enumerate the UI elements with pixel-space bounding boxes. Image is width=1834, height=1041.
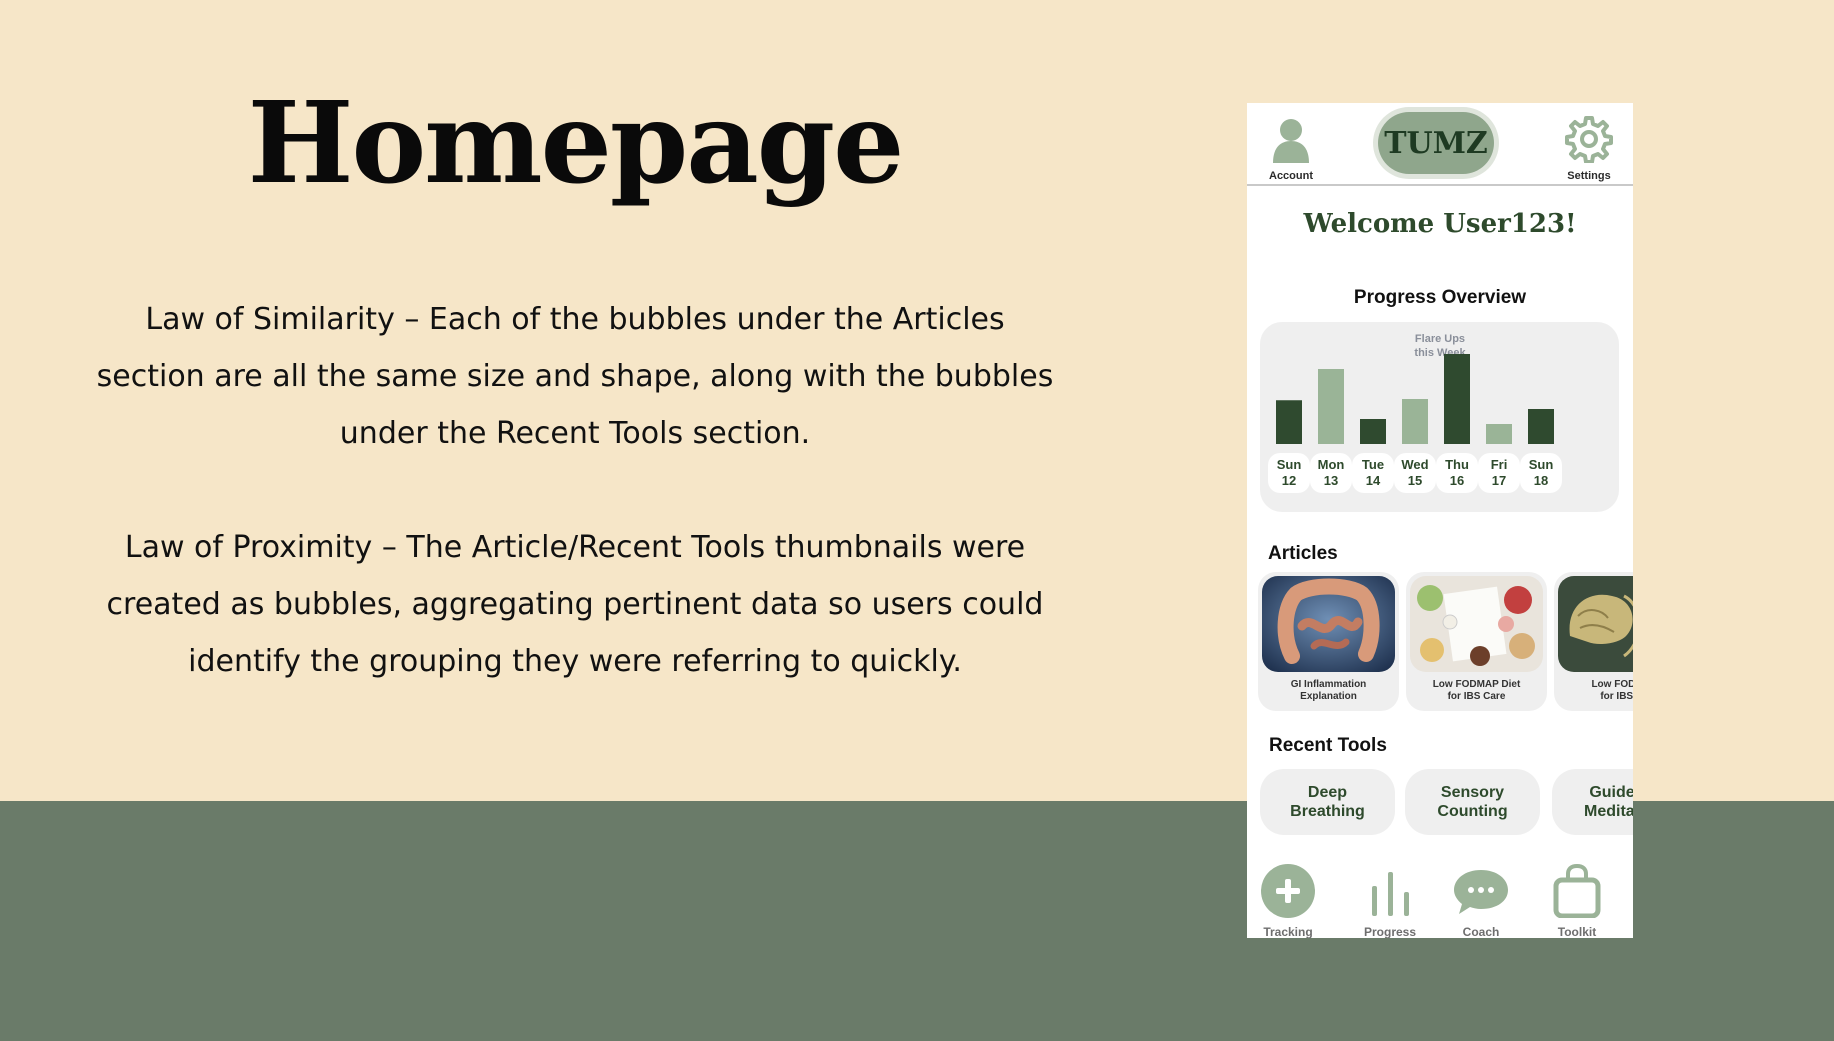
nav-tracking-label: Tracking	[1263, 925, 1313, 938]
settings-button[interactable]: Settings	[1549, 115, 1629, 182]
day-date: 15	[1407, 473, 1423, 488]
chat-bubble-icon	[1454, 870, 1508, 914]
account-button[interactable]: Account	[1251, 117, 1331, 182]
welcome-message: Welcome User123!	[1303, 209, 1577, 239]
article-label: GI Inflammation Explanation	[1262, 679, 1395, 703]
tool-label-line1: Sensory	[1440, 784, 1505, 801]
tool-label-line2: Breathing	[1290, 803, 1365, 820]
account-icon	[1273, 119, 1309, 163]
account-label: Account	[1269, 170, 1313, 182]
day-name: Sun	[1528, 457, 1554, 472]
gear-icon	[1565, 116, 1613, 164]
article-label: Low FODMAP for IBS Ca	[1558, 679, 1633, 703]
phone-mockup: Account TUMZ Settings Welcome User123! P…	[1247, 103, 1633, 938]
logo-text: TUMZ	[1378, 112, 1494, 174]
law-of-similarity-text: Law of Similarity – Each of the bubbles …	[96, 302, 1054, 451]
day-name: Sun	[1276, 457, 1302, 472]
tool-label-line1: Guide	[1589, 784, 1633, 801]
bar-mon-13	[1318, 369, 1344, 444]
day-name: Thu	[1445, 457, 1469, 472]
day-label: Thu 16	[1436, 453, 1478, 493]
bar-sun-12	[1276, 400, 1302, 444]
article-label: Low FODMAP Diet for IBS Care	[1410, 679, 1543, 703]
day-date: 14	[1365, 473, 1381, 488]
bar-fri-17	[1486, 424, 1512, 444]
bar-tue-14	[1360, 419, 1386, 444]
day-name: Tue	[1361, 457, 1385, 472]
tool-deep-breathing[interactable]: Deep Breathing	[1260, 769, 1395, 835]
day-label: Wed 15	[1394, 453, 1436, 493]
nav-coach[interactable]: Coach	[1441, 864, 1521, 938]
tool-guided-meditation[interactable]: Guide Medita	[1552, 769, 1633, 835]
day-label: Sun 12	[1268, 453, 1310, 493]
bar-sun-18	[1528, 409, 1554, 444]
tool-label-line2: Counting	[1437, 803, 1508, 820]
article-card-low-fodmap-partial[interactable]: Low FODMAP for IBS Ca	[1554, 572, 1633, 711]
law-of-proximity-text: Law of Proximity – The Article/Recent To…	[106, 530, 1044, 679]
progress-overview-title: Progress Overview	[1353, 287, 1527, 308]
nav-coach-label: Coach	[1462, 925, 1500, 938]
article-title-line2: for IBS Care	[1447, 691, 1506, 702]
article-title-line2: for IBS Ca	[1600, 691, 1633, 702]
article-title-line1: Low FODMAP	[1591, 679, 1633, 690]
tool-label-line1: Deep	[1307, 784, 1348, 801]
bar-wed-15	[1402, 399, 1428, 444]
day-name: Wed	[1401, 457, 1429, 472]
day-label: Fri 17	[1478, 453, 1520, 493]
nav-toolkit[interactable]: Toolkit	[1537, 863, 1617, 938]
article-image-brain	[1558, 576, 1633, 672]
settings-label: Settings	[1567, 170, 1611, 182]
plus-circle-icon	[1261, 864, 1315, 918]
nav-progress[interactable]: Progress	[1350, 864, 1430, 938]
day-date: 16	[1449, 473, 1465, 488]
article-title-line1: GI Inflammation	[1290, 679, 1367, 690]
day-name: Mon	[1317, 457, 1345, 472]
nav-toolkit-label: Toolkit	[1557, 925, 1597, 938]
day-name: Fri	[1490, 457, 1508, 472]
article-card-gi-inflammation[interactable]: GI Inflammation Explanation	[1258, 572, 1399, 711]
day-date: 18	[1533, 473, 1549, 488]
day-date: 17	[1491, 473, 1507, 488]
day-label: Sun 18	[1520, 453, 1562, 493]
bar-thu-16	[1444, 354, 1470, 444]
articles-title: Articles	[1268, 543, 1338, 564]
day-date: 13	[1323, 473, 1339, 488]
tool-sensory-counting[interactable]: Sensory Counting	[1405, 769, 1540, 835]
day-label: Mon 13	[1310, 453, 1352, 493]
article-image-colon	[1262, 576, 1395, 672]
day-label: Tue 14	[1352, 453, 1394, 493]
day-date: 12	[1281, 473, 1297, 488]
article-card-low-fodmap[interactable]: Low FODMAP Diet for IBS Care	[1406, 572, 1547, 711]
flare-ups-chart-card[interactable]: Flare Ups this Week Sun 12 Mon 13 Tue 14 Wed 15…	[1260, 322, 1619, 512]
article-image-foods	[1410, 576, 1543, 672]
toolkit-bag-icon	[1553, 863, 1601, 919]
app-header: Account TUMZ Settings	[1247, 103, 1633, 186]
tool-label-line2: Medita	[1584, 803, 1633, 820]
article-title-line1: Low FODMAP Diet	[1432, 679, 1521, 690]
nav-progress-label: Progress	[1363, 925, 1417, 938]
article-title-line2: Explanation	[1300, 691, 1357, 702]
slide-title: Homepage	[247, 78, 905, 209]
app-logo: TUMZ	[1373, 107, 1499, 179]
nav-tracking[interactable]: Tracking	[1248, 864, 1328, 938]
recent-tools-title: Recent Tools	[1269, 735, 1387, 756]
bar-chart-icon	[1372, 872, 1409, 916]
